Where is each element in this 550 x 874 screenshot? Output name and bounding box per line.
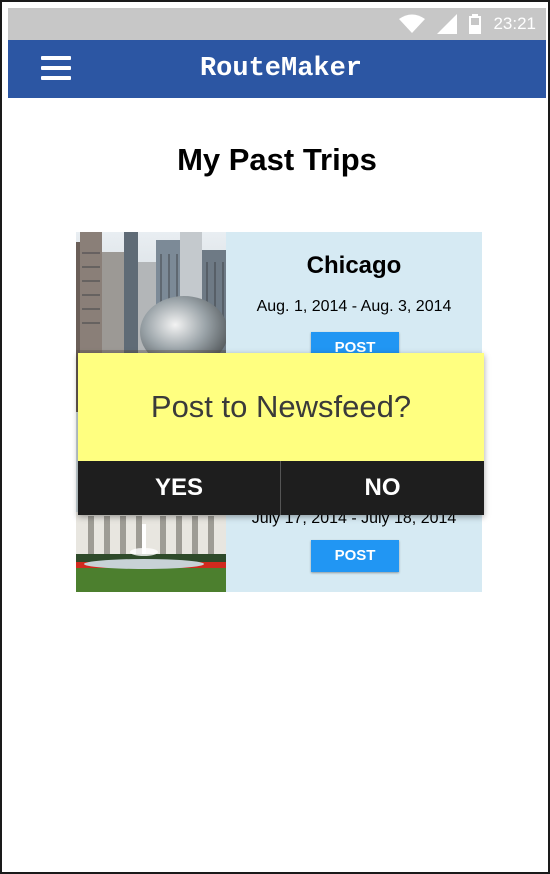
post-confirm-dialog: Post to Newsfeed? YES NO [78,353,484,515]
dialog-message: Post to Newsfeed? [150,389,412,424]
status-icons: 23:21 [399,8,536,40]
trip-dates: Aug. 1, 2014 - Aug. 3, 2014 [256,298,452,315]
phone-screen: 23:21 RouteMaker My Past Trips Chicago A… [0,0,550,874]
page-title: My Past Trips [177,142,377,177]
status-bar: 23:21 [8,8,546,40]
dialog-body: Post to Newsfeed? [78,353,484,461]
battery-icon [469,14,482,34]
app-bar: RouteMaker [8,40,546,98]
status-time: 23:21 [493,14,536,33]
post-button[interactable]: POST [311,540,399,572]
wifi-icon [399,14,426,34]
yes-button[interactable]: YES [78,461,280,515]
app-title: RouteMaker [199,54,363,84]
signal-icon [437,14,458,34]
trip-city: Chicago [306,252,402,279]
no-button[interactable]: NO [281,461,484,515]
